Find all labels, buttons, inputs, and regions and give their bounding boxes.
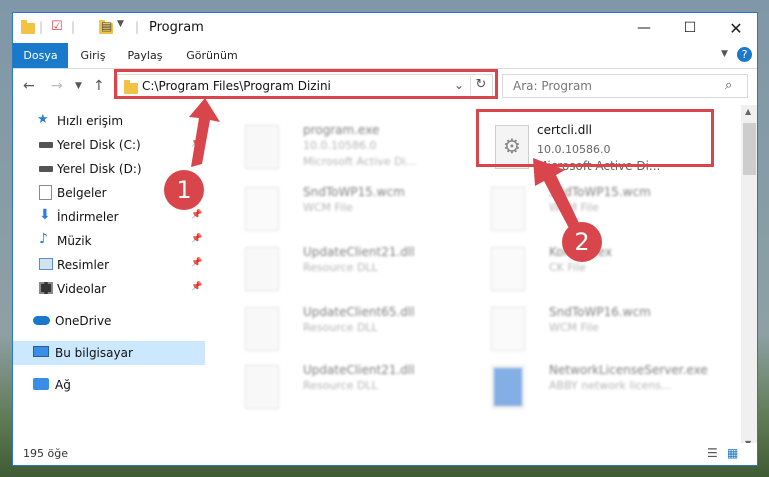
arrow-2: [533, 158, 580, 232]
arrow-1: [189, 98, 220, 167]
step-badge-2: 2: [562, 222, 602, 262]
step-badge-1: 1: [164, 170, 204, 210]
annotation-arrows: [189, 98, 580, 232]
